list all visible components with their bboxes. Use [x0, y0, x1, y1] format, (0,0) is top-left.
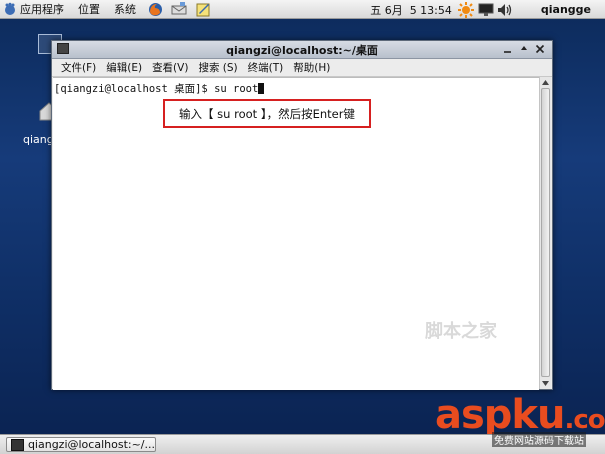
instruction-callout: 输入【 su root 】，然后按Enter键	[163, 99, 371, 128]
watermark-text: 脚本之家	[425, 321, 497, 342]
clock[interactable]: 五 6月 5 13:54	[370, 2, 452, 18]
volume-icon[interactable]	[497, 3, 513, 17]
places-menu[interactable]: 位置	[71, 0, 107, 19]
vertical-scrollbar[interactable]	[539, 77, 551, 389]
window-title: qiangzi@localhost:~/桌面	[226, 44, 378, 57]
user-switcher[interactable]: qiangge	[541, 3, 591, 16]
taskbar-terminal-button[interactable]: qiangzi@localhost:~/...	[6, 437, 156, 452]
gnome-foot-icon	[3, 2, 17, 16]
brand-suffix: .com	[564, 405, 605, 435]
mail-launcher-icon[interactable]	[170, 1, 188, 17]
close-button[interactable]	[534, 43, 546, 55]
applications-menu[interactable]: 应用程序	[0, 0, 71, 19]
network-icon[interactable]	[478, 3, 494, 17]
firefox-launcher-icon[interactable]	[146, 1, 164, 17]
menu-bar: 文件(F) 编辑(E) 查看(V) 搜索 (S) 终端(T) 帮助(H)	[52, 59, 552, 77]
menu-file[interactable]: 文件(F)	[57, 60, 100, 75]
menu-terminal[interactable]: 终端(T)	[244, 60, 288, 75]
scroll-up-arrow-icon[interactable]	[540, 77, 551, 88]
brand-tagline: 免费网站源码下载站	[492, 432, 586, 447]
terminal-task-icon	[11, 438, 24, 451]
menu-search[interactable]: 搜索 (S)	[194, 60, 241, 75]
menu-applications-label: 应用程序	[20, 3, 64, 16]
typed-command: su root	[214, 83, 259, 95]
instruction-text: 输入【 su root 】，然后按Enter键	[179, 106, 355, 121]
notes-launcher-icon[interactable]	[194, 1, 212, 17]
top-panel: 应用程序 位置 系统 五 6月 5 13:54 qiangge	[0, 0, 605, 19]
panel-status-area: 五 6月 5 13:54 qiangge	[370, 0, 605, 19]
system-menu[interactable]: 系统	[107, 0, 143, 19]
watermark: 脚本之家	[425, 323, 497, 341]
title-bar[interactable]: qiangzi@localhost:~/桌面	[52, 41, 552, 59]
text-cursor	[258, 83, 265, 94]
terminal-window: qiangzi@localhost:~/桌面 文件(F) 编辑(E) 查看(V)…	[51, 40, 553, 390]
minimize-button[interactable]	[502, 43, 514, 55]
update-notifier-icon[interactable]	[457, 1, 474, 18]
terminal-line: [qiangzi@localhost 桌面]$ su root	[54, 81, 265, 96]
menu-help[interactable]: 帮助(H)	[289, 60, 334, 75]
shell-prompt: [qiangzi@localhost 桌面]$	[54, 83, 215, 95]
taskbar-terminal-label: qiangzi@localhost:~/...	[27, 438, 155, 451]
scrollbar-thumb[interactable]	[541, 88, 550, 377]
menu-view[interactable]: 查看(V)	[148, 60, 192, 75]
menu-edit[interactable]: 编辑(E)	[102, 60, 146, 75]
maximize-button[interactable]	[518, 43, 530, 55]
scroll-down-arrow-icon[interactable]	[540, 378, 551, 389]
